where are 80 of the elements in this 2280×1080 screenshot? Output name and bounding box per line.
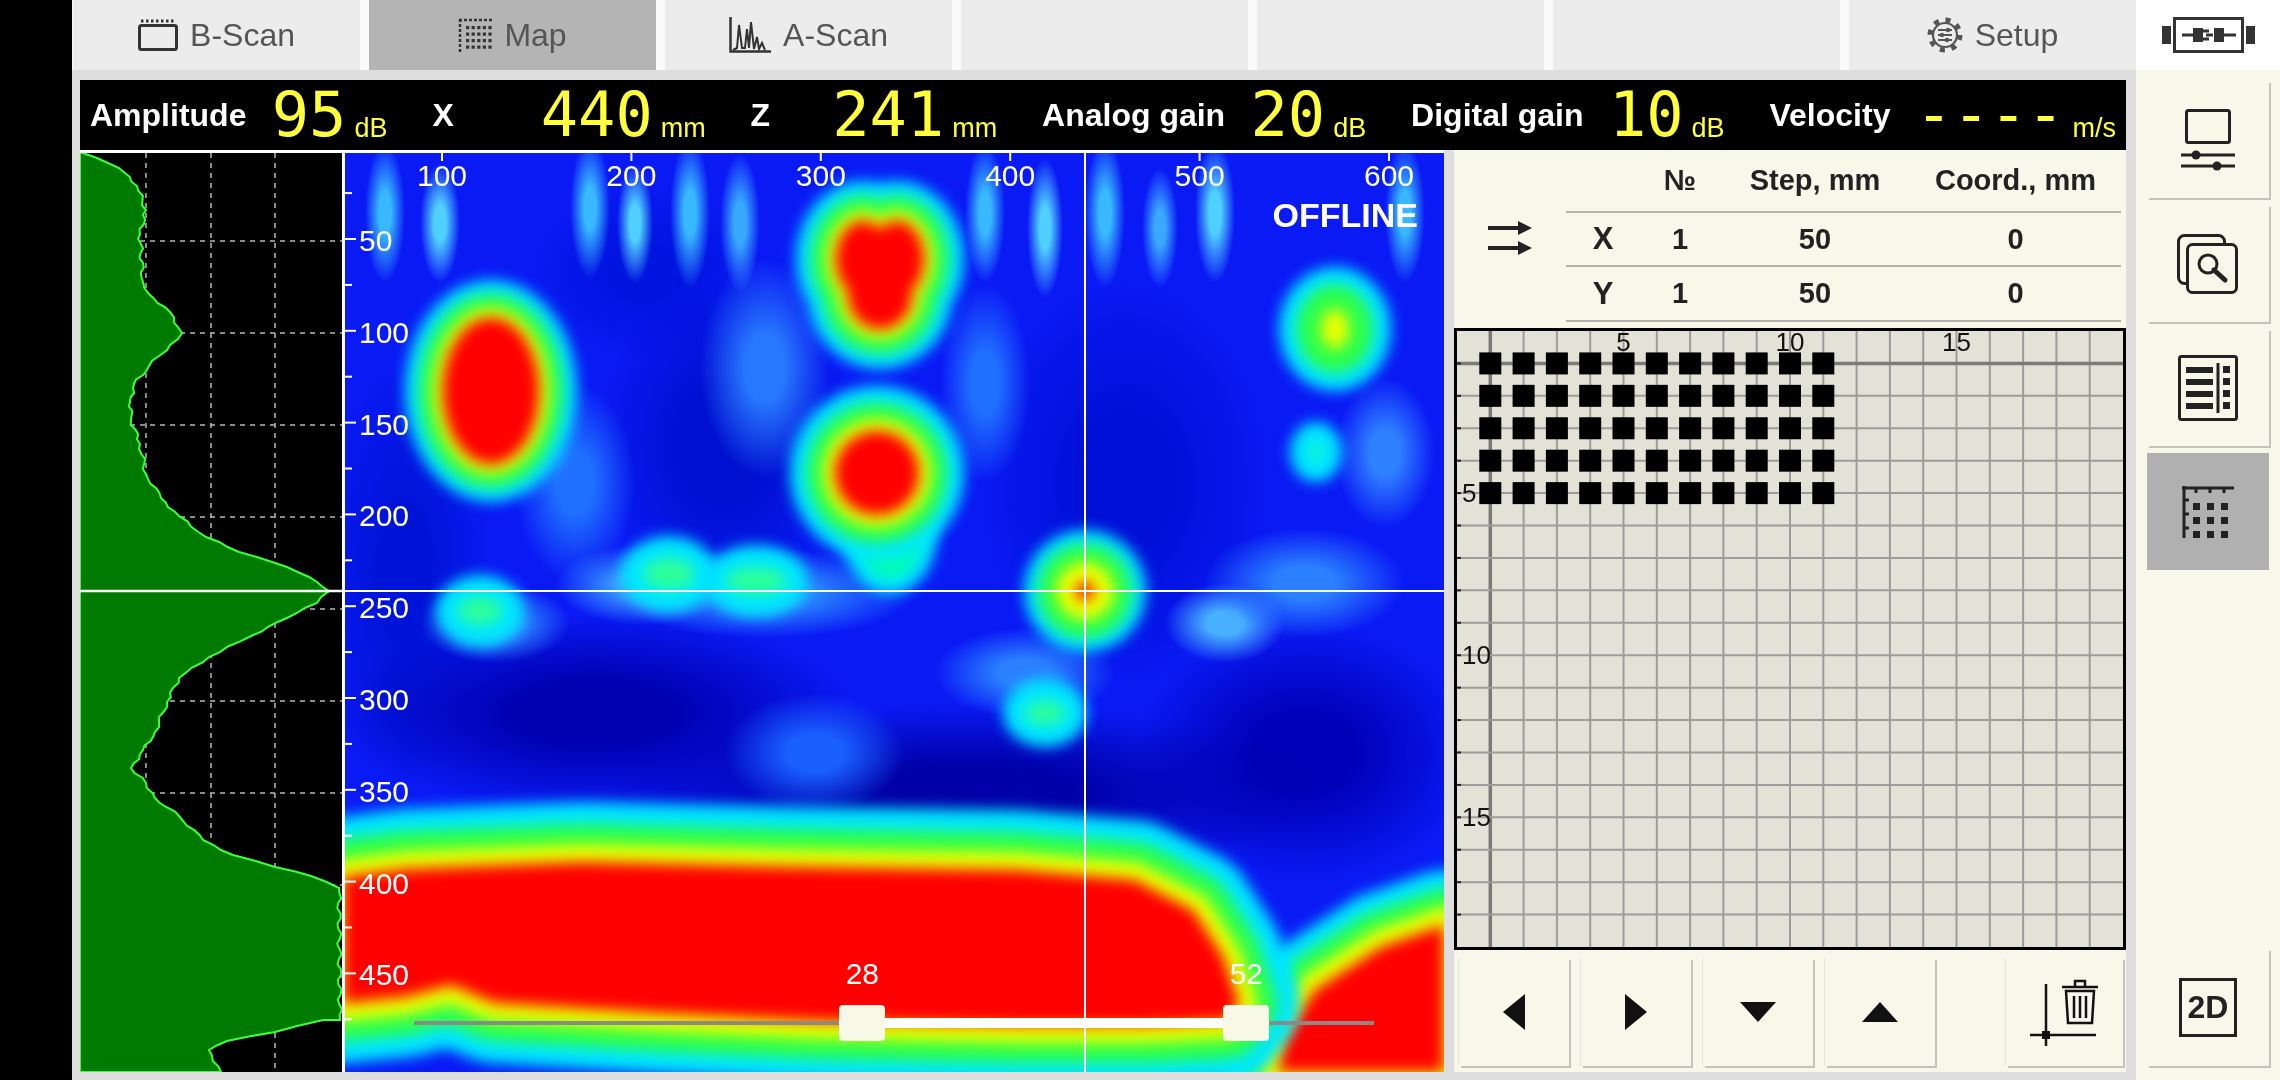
tab[interactable]: Setup [1849, 0, 2136, 70]
readout-value: 440 [539, 85, 653, 145]
readout-label: X [432, 96, 454, 134]
slider-thumb[interactable] [839, 1005, 886, 1041]
map-button[interactable] [2147, 453, 2269, 570]
axis-label: 250 [359, 595, 410, 622]
axis-label: 50 [359, 228, 393, 254]
slider-thumb[interactable] [1223, 1005, 1270, 1041]
table-cell: 50 [1720, 267, 1910, 322]
right-button[interactable] [1581, 958, 1691, 1066]
view-mode-button[interactable]: 2D [2147, 949, 2269, 1066]
readout-value: 241 [831, 85, 945, 145]
monitor-sliders-icon [2179, 108, 2237, 171]
tab[interactable]: A-Scan [665, 0, 952, 70]
dot-grid-icon [2182, 485, 2234, 538]
readout-unit: mm [660, 113, 706, 144]
column-header: № [1640, 150, 1720, 213]
clear-button[interactable] [2006, 958, 2123, 1066]
tab[interactable]: Map [369, 0, 656, 70]
up-triangle-icon [1862, 1002, 1898, 1022]
axis-label: X [1566, 213, 1640, 267]
plug-connection-icon [2161, 17, 2255, 53]
readout-value: 95 [270, 85, 347, 145]
table-cell: 0 [1910, 213, 2121, 267]
axis-label: 350 [359, 778, 410, 805]
down-button[interactable] [1703, 958, 1813, 1066]
table-cell: 1 [1640, 267, 1720, 322]
left-button[interactable] [1459, 958, 1569, 1066]
axis-label: 150 [359, 411, 410, 438]
readout-label: Digital gain [1411, 96, 1584, 134]
axis-label: 15 [1462, 805, 1491, 830]
axis-label: 400 [359, 870, 410, 897]
table-cell: 50 [1720, 213, 1910, 267]
readout-value: 20 [1249, 85, 1326, 145]
axis-label: 100 [359, 319, 410, 346]
column-header: Step, mm [1720, 150, 1910, 213]
axis-label: 600 [1363, 161, 1415, 191]
slider-value: 28 [845, 959, 879, 989]
readout-unit: dB [1333, 113, 1367, 144]
column-header: Coord., mm [1910, 150, 2121, 213]
axis-label: 100 [416, 161, 468, 191]
readout-value: 10 [1607, 85, 1684, 145]
axis-label: 15 [1942, 331, 1971, 353]
axis-label: 300 [795, 161, 846, 191]
axis-label: 400 [985, 161, 1036, 191]
dot-grid-icon [458, 18, 493, 52]
waveform-icon [729, 17, 772, 53]
tab[interactable]: B-Scan [73, 0, 360, 70]
up-button[interactable] [1825, 958, 1935, 1066]
readout-unit: dB [354, 113, 388, 144]
readout-value: ---- [1914, 85, 2065, 145]
table-cell: 0 [1910, 267, 2121, 322]
axis-label: 450 [359, 962, 410, 989]
readout-label: Analog gain [1042, 96, 1226, 134]
axis-label: 5 [1462, 481, 1477, 506]
axis-label: 10 [1462, 643, 1491, 668]
axis-label: 5 [1616, 331, 1631, 353]
frame-icon [138, 19, 179, 51]
down-triangle-icon [1740, 1002, 1776, 1022]
readout-unit: mm [952, 113, 998, 144]
axis-label: 10 [1775, 331, 1805, 353]
axis-label: 200 [359, 503, 410, 530]
axis-label: 200 [606, 161, 657, 191]
right-triangle-icon [1625, 994, 1647, 1030]
axes-trash-icon [2029, 978, 2100, 1046]
readout-label: Z [750, 96, 771, 134]
gear-icon [1926, 17, 1963, 53]
readout-label: Velocity [1769, 96, 1891, 134]
echo-spot [1290, 422, 1342, 482]
axis-label: 300 [359, 687, 410, 713]
slider-value: 52 [1229, 959, 1263, 989]
list-icon [2178, 354, 2238, 421]
readout-unit: m/s [2072, 113, 2116, 144]
readout-unit: dB [1691, 113, 1725, 144]
left-triangle-icon [1503, 994, 1525, 1030]
table-cell: 1 [1640, 213, 1720, 267]
readout-label: Amplitude [90, 96, 247, 134]
axis-label: Y [1566, 267, 1640, 322]
search-document-icon [2177, 232, 2239, 295]
axis-label: 500 [1174, 161, 1225, 191]
